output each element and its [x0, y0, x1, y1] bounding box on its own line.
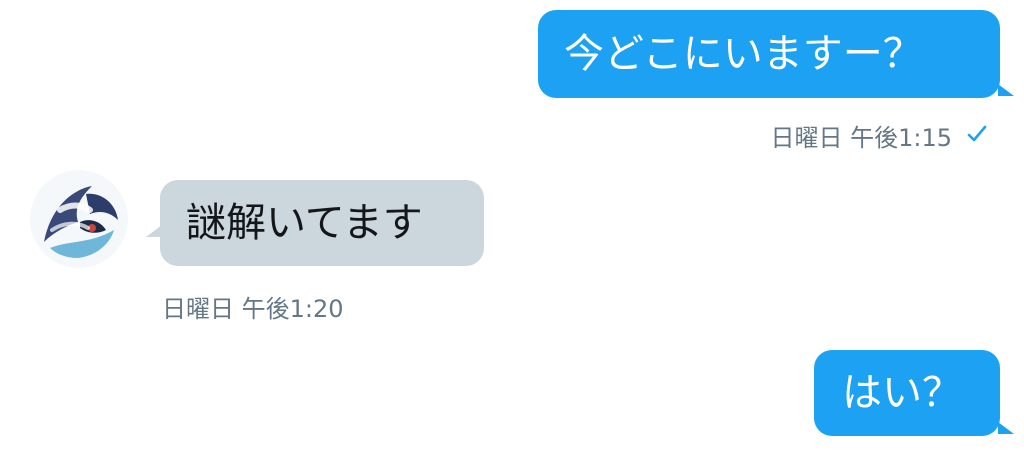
- outgoing-message-bubble[interactable]: 今どこにいますー？: [538, 10, 1000, 98]
- avatar[interactable]: [30, 170, 128, 268]
- dm-conversation: 今どこにいますー？ 日曜日 午後1:15 謎解いてます 日曜日 午後1:20 は…: [0, 0, 1024, 458]
- incoming-message-bubble[interactable]: 謎解いてます: [160, 180, 484, 266]
- timestamp: 日曜日 午後1:20: [162, 295, 344, 323]
- timestamp: 日曜日 午後1:15: [770, 124, 952, 152]
- outgoing-message-bubble[interactable]: はい？: [814, 350, 1000, 436]
- read-check-icon: [966, 122, 988, 150]
- message-meta: 日曜日 午後1:15: [770, 118, 988, 153]
- message-text: はい？: [842, 370, 962, 416]
- message-text: 今どこにいますー？: [564, 31, 923, 77]
- message-text: 謎解いてます: [186, 200, 423, 246]
- bubble-tail: [998, 84, 1014, 96]
- bubble-tail: [998, 422, 1014, 434]
- message-meta: 日曜日 午後1:20: [162, 289, 344, 324]
